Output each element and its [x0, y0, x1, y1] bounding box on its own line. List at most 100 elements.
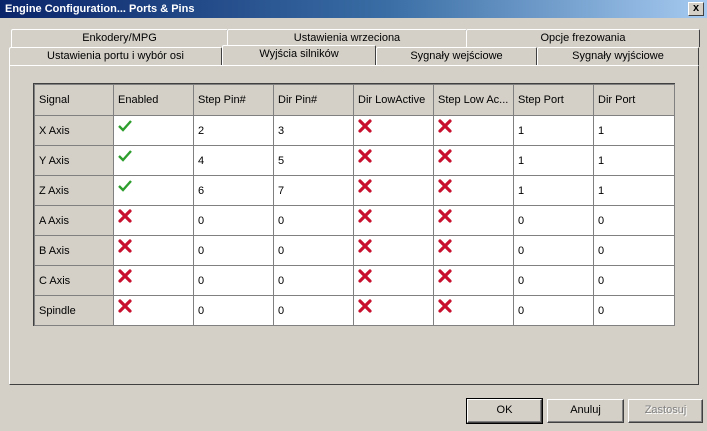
- value-cell[interactable]: 1: [513, 115, 594, 146]
- row-header: Spindle: [34, 295, 114, 326]
- value-cell[interactable]: 1: [593, 115, 675, 146]
- column-header: Step Pin#: [193, 84, 274, 116]
- value-cell[interactable]: 0: [593, 235, 675, 266]
- value-cell[interactable]: 3: [273, 115, 354, 146]
- toggle-cell[interactable]: [113, 295, 194, 326]
- cross-icon: [438, 148, 452, 163]
- grid-table: Signal Enabled Step Pin# Dir Pin# Dir LowAct…: [34, 84, 675, 326]
- column-header: Enabled: [113, 84, 194, 116]
- toggle-cell[interactable]: [433, 295, 514, 326]
- table-row: X Axis 2 3 1 1: [34, 115, 675, 146]
- toggle-cell[interactable]: [433, 175, 514, 206]
- row-header: C Axis: [34, 265, 114, 296]
- title-bar: Engine Configuration... Ports & Pins x: [0, 0, 707, 18]
- apply-button-label: Zastosuj: [644, 404, 687, 416]
- window-title: Engine Configuration... Ports & Pins: [5, 3, 195, 15]
- toggle-cell[interactable]: [113, 145, 194, 176]
- toggle-cell[interactable]: [433, 115, 514, 146]
- cross-icon: [118, 298, 132, 313]
- value-cell[interactable]: 2: [193, 115, 274, 146]
- toggle-cell[interactable]: [353, 145, 434, 176]
- toggle-cell[interactable]: [113, 265, 194, 296]
- check-icon: [118, 119, 132, 133]
- cross-icon: [438, 178, 452, 193]
- tab-sygnaly-wyjsciowe[interactable]: Sygnały wyjściowe: [537, 47, 699, 65]
- toggle-cell[interactable]: [113, 115, 194, 146]
- toggle-cell[interactable]: [353, 205, 434, 236]
- toggle-cell[interactable]: [353, 115, 434, 146]
- tab-label: Ustawienia wrzeciona: [293, 32, 401, 44]
- value-cell[interactable]: 1: [513, 145, 594, 176]
- cross-icon: [358, 148, 372, 163]
- value-cell[interactable]: 0: [273, 235, 354, 266]
- close-button[interactable]: x: [688, 2, 704, 16]
- ok-button-label: OK: [496, 404, 513, 416]
- value-cell[interactable]: 7: [273, 175, 354, 206]
- toggle-cell[interactable]: [353, 295, 434, 326]
- cross-icon: [438, 268, 452, 283]
- value-cell[interactable]: 6: [193, 175, 274, 206]
- tab-enkodery-mpg[interactable]: Enkodery/MPG: [11, 29, 228, 47]
- tab-sygnaly-wejsciowe[interactable]: Sygnały wejściowe: [376, 47, 537, 65]
- cross-icon: [438, 208, 452, 223]
- row-header: A Axis: [34, 205, 114, 236]
- value-cell[interactable]: 0: [273, 205, 354, 236]
- apply-button: Zastosuj: [628, 399, 703, 423]
- toggle-cell[interactable]: [433, 235, 514, 266]
- header-row: Signal Enabled Step Pin# Dir Pin# Dir LowAct…: [34, 84, 675, 116]
- toggle-cell[interactable]: [353, 175, 434, 206]
- value-cell[interactable]: 0: [193, 265, 274, 296]
- value-cell[interactable]: 0: [193, 295, 274, 326]
- cancel-button[interactable]: Anuluj: [547, 399, 624, 423]
- row-header: Y Axis: [34, 145, 114, 176]
- cross-icon: [118, 268, 132, 283]
- toggle-cell[interactable]: [353, 235, 434, 266]
- value-cell[interactable]: 0: [513, 205, 594, 236]
- value-cell[interactable]: 1: [593, 175, 675, 206]
- motor-outputs-grid: Signal Enabled Step Pin# Dir Pin# Dir LowAct…: [33, 83, 675, 326]
- tab-ustawienia-portu[interactable]: Ustawienia portu i wybór osi: [9, 47, 222, 65]
- column-header: Dir LowActive: [353, 84, 434, 116]
- value-cell[interactable]: 0: [273, 295, 354, 326]
- value-cell[interactable]: 4: [193, 145, 274, 176]
- value-cell[interactable]: 0: [593, 295, 675, 326]
- row-header: Z Axis: [34, 175, 114, 206]
- table-row: Y Axis 4 5 1 1: [34, 145, 675, 176]
- value-cell[interactable]: 0: [193, 205, 274, 236]
- column-header: Dir Port: [593, 84, 675, 116]
- value-cell[interactable]: 1: [593, 145, 675, 176]
- value-cell[interactable]: 0: [193, 235, 274, 266]
- cross-icon: [438, 238, 452, 253]
- close-icon: x: [692, 2, 700, 14]
- tab-label: Ustawienia portu i wybór osi: [47, 50, 184, 62]
- tab-wyjscia-silnikow[interactable]: Wyjścia silników: [222, 45, 376, 65]
- value-cell[interactable]: 0: [593, 265, 675, 296]
- table-row: Z Axis 6 7 1 1: [34, 175, 675, 206]
- cross-icon: [358, 238, 372, 253]
- toggle-cell[interactable]: [113, 205, 194, 236]
- value-cell[interactable]: 0: [273, 265, 354, 296]
- value-cell[interactable]: 0: [513, 295, 594, 326]
- value-cell[interactable]: 5: [273, 145, 354, 176]
- value-cell[interactable]: 0: [513, 265, 594, 296]
- cross-icon: [358, 178, 372, 193]
- table-row: Spindle 0 0 0 0: [34, 295, 675, 326]
- toggle-cell[interactable]: [113, 175, 194, 206]
- tab-label: Enkodery/MPG: [82, 32, 157, 44]
- cross-icon: [118, 208, 132, 223]
- toggle-cell[interactable]: [113, 235, 194, 266]
- value-cell[interactable]: 1: [513, 175, 594, 206]
- toggle-cell[interactable]: [433, 265, 514, 296]
- row-header: X Axis: [34, 115, 114, 146]
- ok-button[interactable]: OK: [466, 398, 543, 424]
- cross-icon: [438, 298, 452, 313]
- tab-label: Sygnały wejściowe: [410, 50, 503, 62]
- toggle-cell[interactable]: [433, 205, 514, 236]
- value-cell[interactable]: 0: [593, 205, 675, 236]
- cross-icon: [358, 118, 372, 133]
- value-cell[interactable]: 0: [513, 235, 594, 266]
- check-icon: [118, 149, 132, 163]
- tab-opcje-frezowania[interactable]: Opcje frezowania: [466, 29, 700, 47]
- toggle-cell[interactable]: [433, 145, 514, 176]
- toggle-cell[interactable]: [353, 265, 434, 296]
